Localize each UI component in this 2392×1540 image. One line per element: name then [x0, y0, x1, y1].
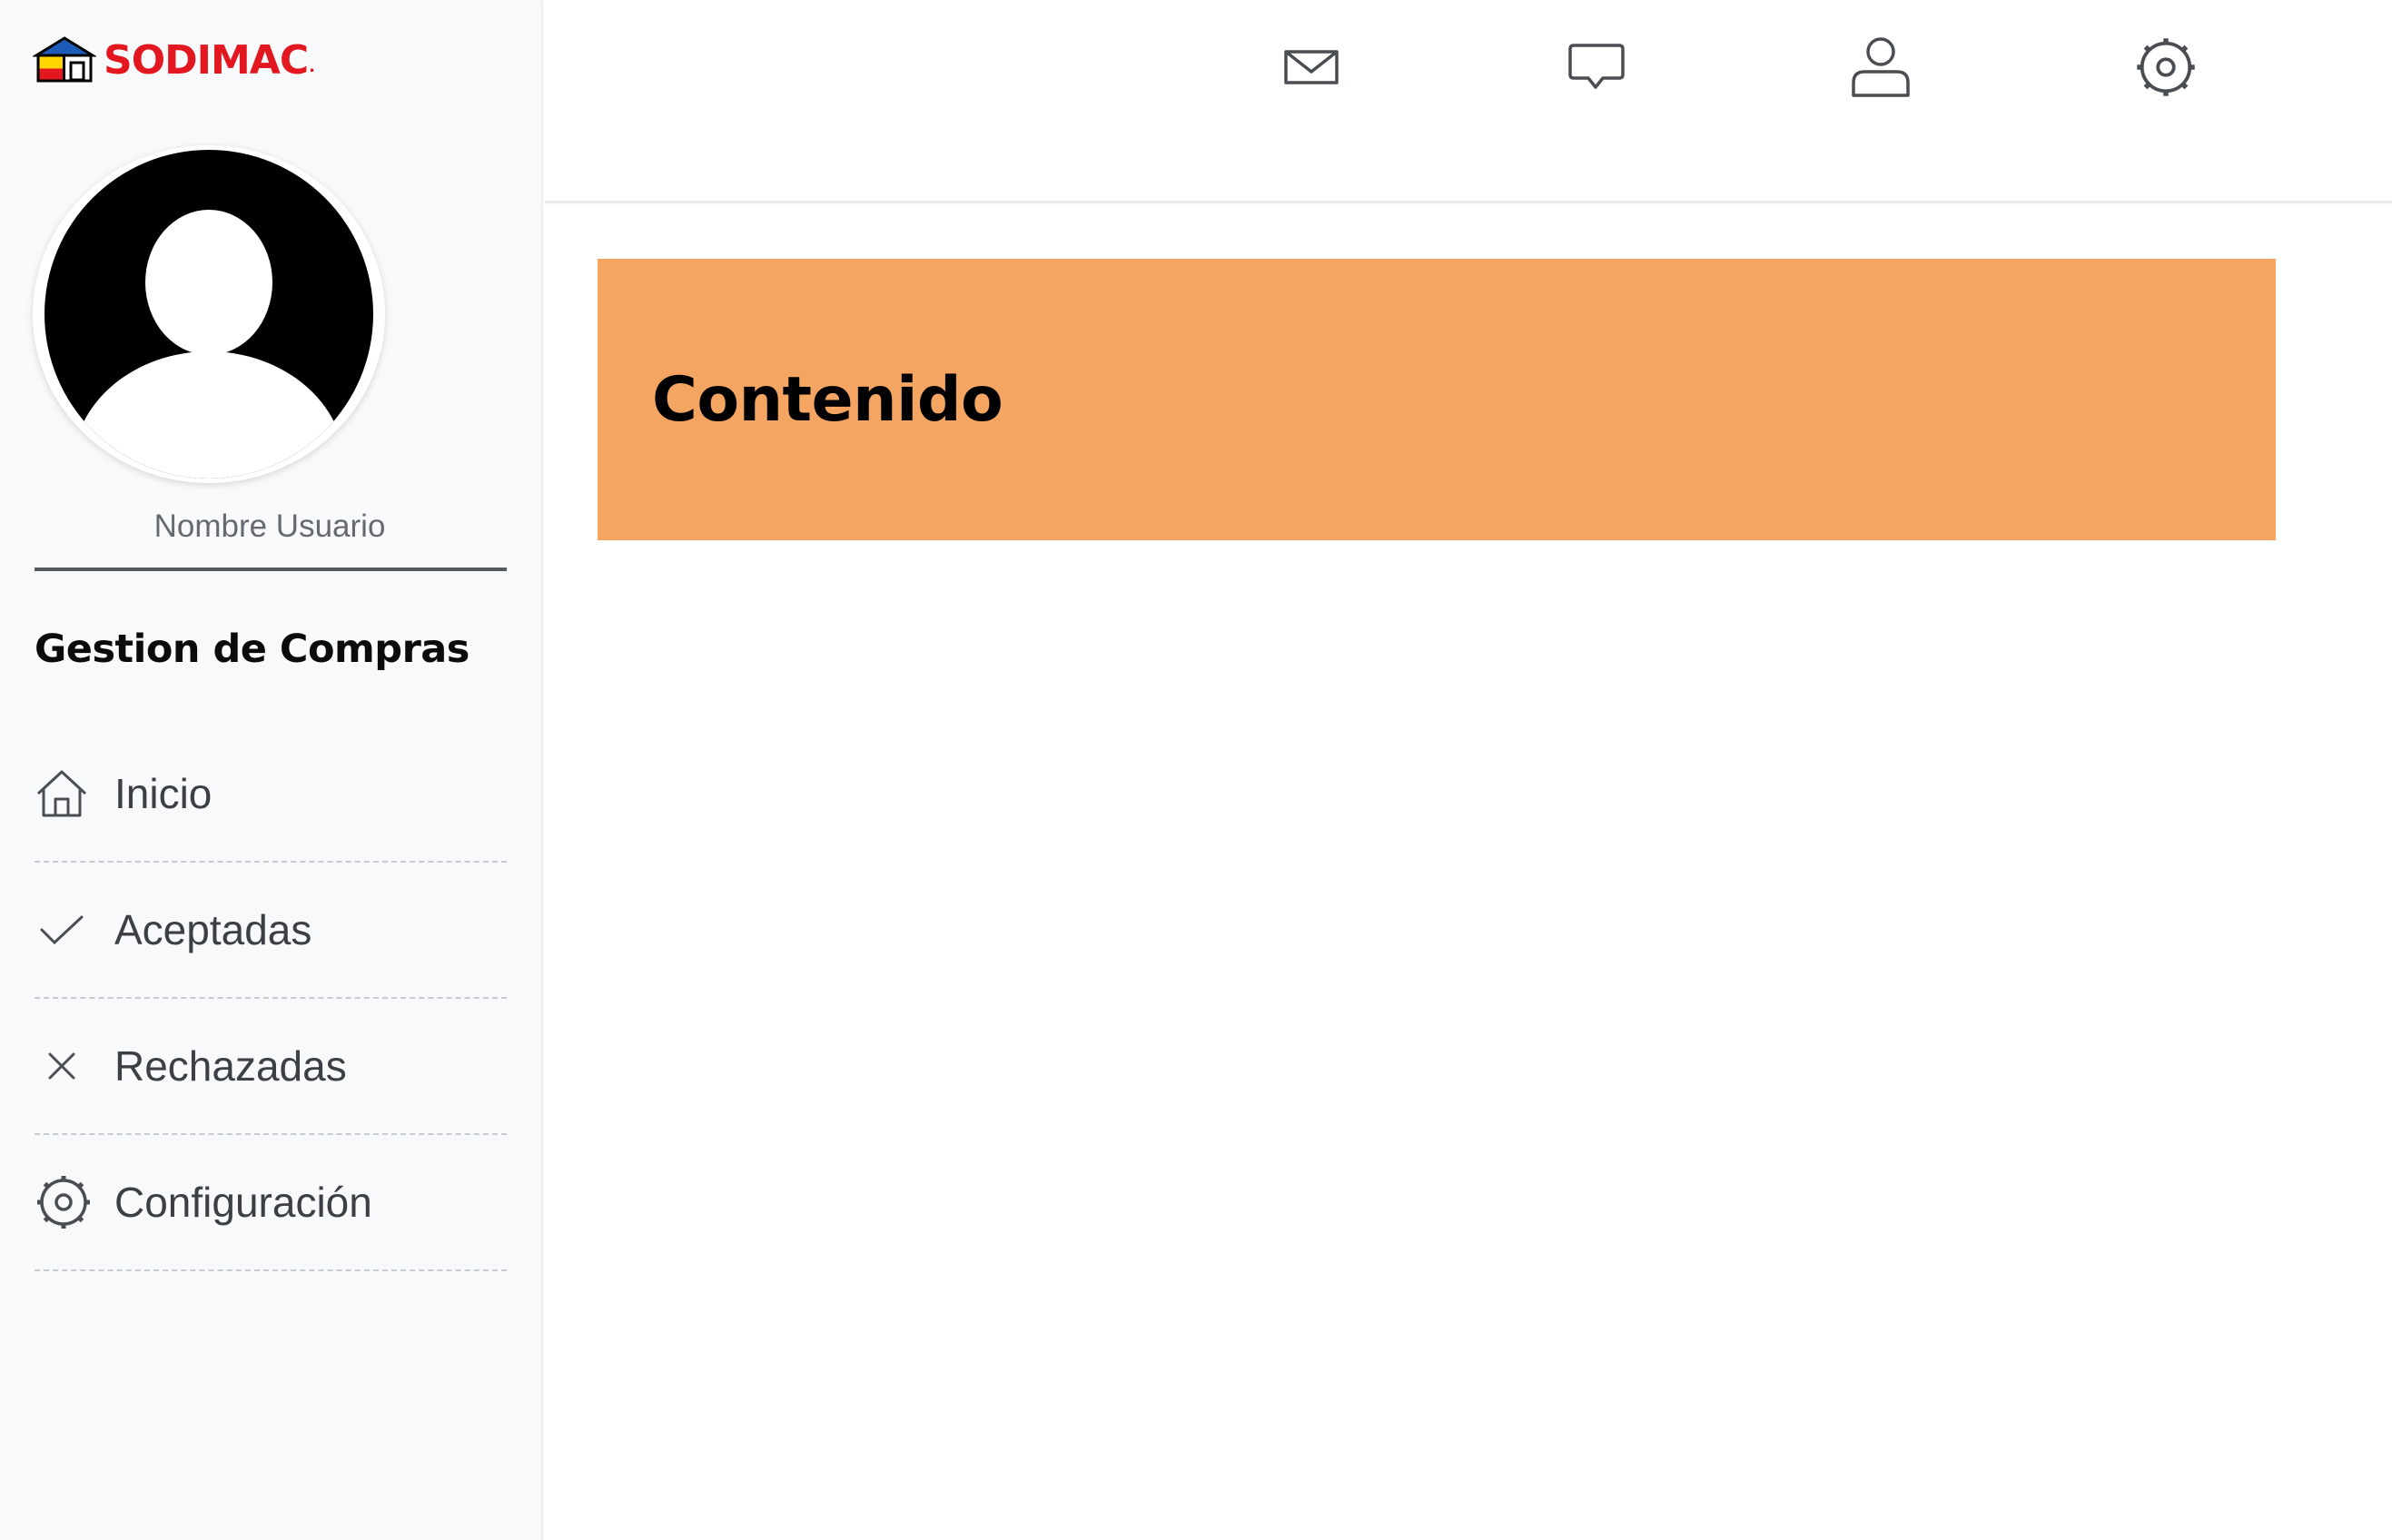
- close-icon: [35, 1037, 93, 1095]
- check-icon: [35, 901, 93, 959]
- home-icon: [35, 765, 93, 823]
- sidebar-item-label: Inicio: [114, 770, 213, 817]
- house-logo-icon: [33, 36, 96, 83]
- sodimac-logo[interactable]: SODIMAC .: [33, 35, 341, 85]
- sidebar-item-inicio[interactable]: Inicio: [35, 726, 507, 863]
- content-banner: Contenido: [598, 259, 2276, 540]
- mail-icon[interactable]: [1277, 33, 1346, 102]
- sidebar: SODIMAC . Nombre Usuario Gestion de Comp…: [0, 0, 543, 1540]
- user-icon[interactable]: [1846, 33, 1915, 102]
- top-bar: [545, 0, 2392, 203]
- avatar[interactable]: [33, 145, 385, 483]
- sidebar-menu: Inicio Aceptadas Rechazadas Configuració…: [35, 726, 507, 1271]
- logo-wordmark: SODIMAC: [104, 36, 309, 84]
- sidebar-item-aceptadas[interactable]: Aceptadas: [35, 863, 507, 999]
- user-divider: [35, 568, 507, 571]
- sidebar-item-label: Configuración: [114, 1179, 372, 1226]
- page-title: Contenido: [652, 363, 1003, 436]
- sidebar-item-configuracion[interactable]: Configuración: [35, 1135, 507, 1271]
- logo-registered-mark: .: [309, 57, 315, 76]
- chat-icon[interactable]: [1562, 33, 1631, 102]
- gear-icon: [35, 1173, 93, 1231]
- section-title: Gestion de Compras: [35, 627, 470, 672]
- sidebar-item-label: Rechazadas: [114, 1042, 347, 1090]
- user-name: Nombre Usuario: [153, 508, 386, 544]
- sidebar-item-rechazadas[interactable]: Rechazadas: [35, 999, 507, 1135]
- user-avatar-icon: [44, 150, 373, 479]
- settings-icon[interactable]: [2131, 33, 2200, 102]
- sidebar-item-label: Aceptadas: [114, 906, 312, 953]
